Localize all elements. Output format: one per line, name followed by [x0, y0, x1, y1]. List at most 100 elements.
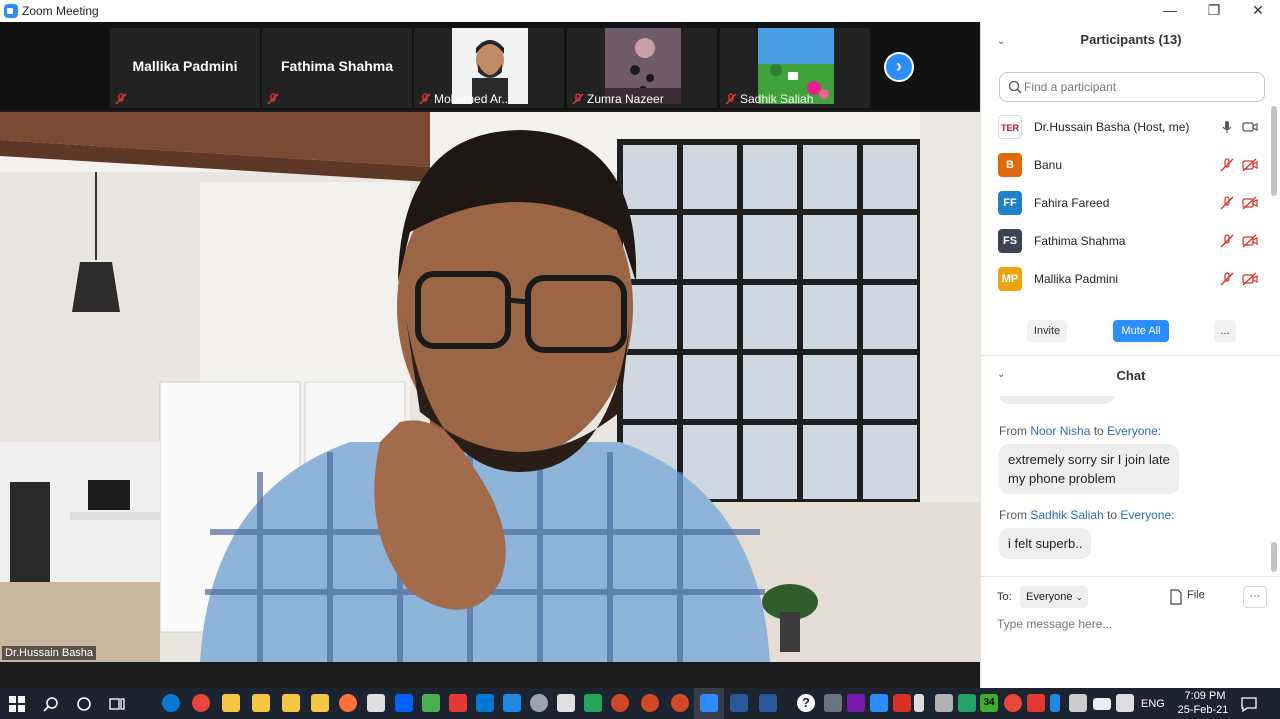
active-speaker-video[interactable]: Dr.Hussain Basha — [0, 112, 980, 662]
chrome-icon[interactable] — [192, 694, 210, 712]
mic-muted-icon[interactable] — [1219, 157, 1235, 173]
windows-start-icon[interactable] — [9, 696, 25, 712]
app-icon[interactable] — [530, 694, 548, 712]
folder-icon[interactable] — [282, 694, 300, 712]
folder-icon[interactable] — [222, 694, 240, 712]
close-button[interactable]: ✕ — [1236, 0, 1280, 22]
mail-icon[interactable] — [476, 694, 494, 712]
chat-bubble: extremely sorry sir I join late my phone… — [999, 444, 1179, 494]
sender-name[interactable]: Sadhik Saliah — [1030, 508, 1103, 522]
windows-taskbar: ? 34 ENG 7:09 PM 25-Feb-21 — [0, 688, 1280, 719]
tray-icon[interactable] — [893, 694, 911, 712]
chat-more-button[interactable]: ··· — [1243, 586, 1267, 608]
participant-name: Banu — [1034, 158, 1063, 172]
sender-name[interactable]: Noor Nisha — [1030, 424, 1090, 438]
tile-name: Zumra Nazeer — [587, 92, 664, 106]
language-indicator[interactable]: ENG — [1141, 698, 1165, 710]
clock-date[interactable]: 25-Feb-21 — [1172, 704, 1234, 716]
powerpoint-icon[interactable] — [611, 694, 629, 712]
file-button[interactable]: File — [1187, 589, 1205, 601]
tray-icon[interactable] — [1027, 694, 1045, 712]
volume-icon[interactable] — [1116, 694, 1134, 712]
more-options-button[interactable]: ... — [1214, 320, 1236, 342]
word-doc-icon[interactable] — [557, 694, 575, 712]
chat-bubble: i felt superb.. — [999, 528, 1092, 559]
badge-icon[interactable]: 34 — [980, 694, 998, 712]
participant-row[interactable]: MP Mallika Padmini — [981, 260, 1271, 298]
network-icon[interactable] — [1069, 694, 1087, 712]
word-icon[interactable] — [759, 694, 777, 712]
dropbox-icon[interactable] — [395, 694, 413, 712]
mic-icon[interactable] — [1219, 119, 1235, 135]
chat-message-text: i felt superb.. — [1008, 536, 1083, 551]
zoom-tray-icon[interactable] — [870, 694, 888, 712]
mic-muted-icon[interactable] — [1219, 195, 1235, 211]
chat-message-text: extremely sorry sir I join late — [1008, 452, 1170, 467]
recipient-select[interactable]: Everyone ⌄ — [1020, 586, 1088, 608]
microphone-tray-icon[interactable] — [914, 694, 924, 712]
notification-icon[interactable] — [1241, 696, 1257, 712]
chat-scrollbar[interactable] — [1271, 542, 1277, 572]
powerpoint-icon[interactable] — [641, 694, 659, 712]
video-tile-zumra[interactable]: Zumra Nazeer — [567, 28, 717, 108]
participant-search[interactable] — [999, 72, 1265, 102]
participant-row[interactable]: TER Dr.Hussain Basha (Host, me) — [981, 108, 1271, 146]
folder-icon[interactable] — [252, 694, 270, 712]
participants-title: Participants (13) — [1080, 32, 1182, 47]
participant-name: Dr.Hussain Basha (Host, me) — [1034, 120, 1190, 134]
video-off-icon[interactable] — [1242, 271, 1258, 287]
app-q-icon[interactable] — [958, 694, 976, 712]
chat-message-input[interactable] — [997, 614, 1257, 634]
video-tile-mallika[interactable]: Mallika Padmini — [110, 28, 260, 108]
video-tile-sadhik[interactable]: Sadhik Saliah — [720, 28, 870, 108]
video-tile-fathima[interactable]: Fathima Shahma — [262, 28, 412, 108]
battery-icon[interactable] — [1093, 698, 1111, 710]
folder-icon[interactable] — [311, 694, 329, 712]
edge-icon[interactable] — [162, 694, 180, 712]
video-camera-icon[interactable] — [1242, 119, 1258, 135]
onenote-icon[interactable] — [847, 694, 865, 712]
video-off-icon[interactable] — [1242, 195, 1258, 211]
mute-all-button[interactable]: Mute All — [1113, 320, 1169, 342]
participant-row[interactable]: FS Fathima Shahma — [981, 222, 1271, 260]
video-tile-mohamed[interactable]: Mohamed Ar... — [414, 28, 564, 108]
bluetooth-icon[interactable] — [1050, 694, 1060, 712]
clock-time[interactable]: 7:09 PM — [1180, 690, 1230, 702]
mic-muted-icon[interactable] — [1219, 271, 1235, 287]
chrome-tray-icon[interactable] — [1004, 694, 1022, 712]
maximize-button[interactable]: ❐ — [1192, 0, 1236, 22]
search-icon[interactable] — [43, 696, 59, 712]
divider — [981, 355, 1280, 356]
help-icon[interactable]: ? — [797, 694, 815, 712]
task-view-icon[interactable] — [109, 696, 125, 712]
participant-row[interactable]: B Banu — [981, 146, 1271, 184]
avatar: TER — [998, 115, 1022, 139]
photos-icon[interactable] — [422, 694, 440, 712]
powerpoint-icon[interactable] — [671, 694, 689, 712]
file-icon[interactable] — [1169, 589, 1183, 605]
minimize-button[interactable]: — — [1148, 0, 1192, 22]
download-icon[interactable] — [449, 694, 467, 712]
speaker-video-frame — [0, 112, 980, 662]
store-icon[interactable] — [367, 694, 385, 712]
next-page-button[interactable]: › — [884, 52, 914, 82]
firefox-icon[interactable] — [339, 694, 357, 712]
participant-name: Mallika Padmini — [1034, 272, 1119, 286]
tray-icon[interactable] — [935, 694, 953, 712]
calendar-icon[interactable] — [503, 694, 521, 712]
app-icon[interactable] — [584, 694, 602, 712]
mic-muted-icon — [115, 93, 127, 105]
cortana-icon[interactable] — [76, 696, 92, 712]
tray-icon[interactable] — [824, 694, 842, 712]
invite-button[interactable]: Invite — [1027, 320, 1067, 342]
word-icon[interactable] — [730, 694, 748, 712]
video-off-icon[interactable] — [1242, 233, 1258, 249]
chat-bubble-previous — [999, 396, 1115, 404]
search-input[interactable] — [1024, 78, 1254, 96]
participant-row[interactable]: FF Fahira Fareed — [981, 184, 1271, 222]
video-off-icon[interactable] — [1242, 157, 1258, 173]
participants-scrollbar[interactable] — [1271, 106, 1277, 196]
zoom-taskbar-icon[interactable] — [700, 694, 718, 712]
mic-muted-icon[interactable] — [1219, 233, 1235, 249]
mic-muted-icon — [725, 93, 737, 105]
